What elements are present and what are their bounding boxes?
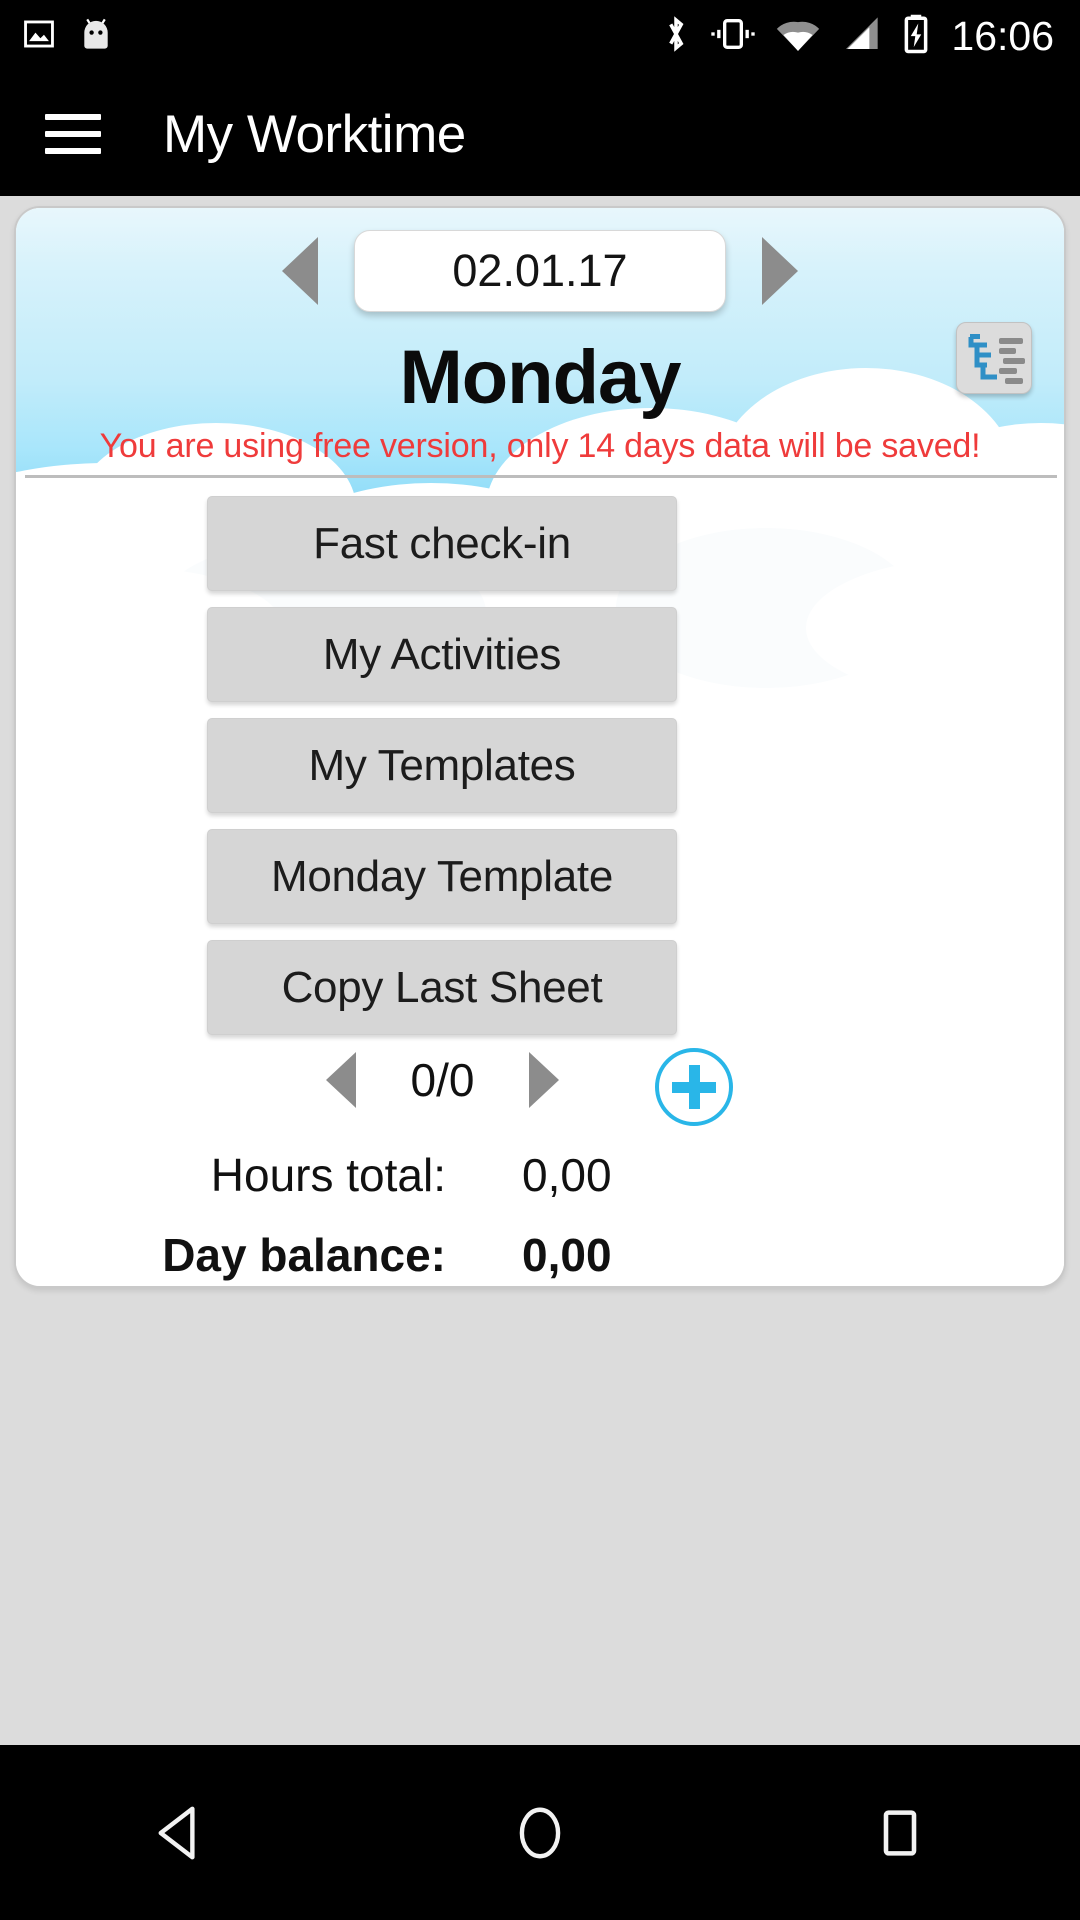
hours-total-row: Hours total: 0,00 xyxy=(16,1148,1064,1228)
status-bar: 16:06 xyxy=(0,0,1080,72)
phone-screen: 16:06 My Worktime 02.01.17 Monday You ar… xyxy=(0,0,1080,1920)
monday-template-button[interactable]: Monday Template xyxy=(207,829,677,924)
battery-charging-icon xyxy=(902,13,930,60)
date-navigator: 02.01.17 xyxy=(16,230,1064,312)
vibrate-icon xyxy=(711,14,756,59)
status-bar-right-icons: 16:06 xyxy=(662,13,1080,60)
hours-total-value: 0,00 xyxy=(522,1149,612,1201)
activity-report-icon[interactable] xyxy=(956,322,1032,394)
copy-last-sheet-button[interactable]: Copy Last Sheet xyxy=(207,940,677,1035)
wifi-icon xyxy=(776,15,820,58)
status-bar-left-icons xyxy=(0,15,114,58)
notice-divider xyxy=(25,475,1057,478)
page-title: My Worktime xyxy=(163,104,466,164)
previous-entry-arrow-icon[interactable] xyxy=(326,1052,356,1108)
previous-day-arrow-icon[interactable] xyxy=(282,237,318,305)
free-version-notice: You are using free version, only 14 days… xyxy=(99,427,981,465)
day-balance-row: Day balance: 0,00 xyxy=(16,1228,1064,1286)
day-name-heading: Monday xyxy=(399,335,681,420)
system-navigation-bar xyxy=(0,1745,1080,1920)
bluetooth-icon xyxy=(662,13,690,60)
entry-pager: 0/0 xyxy=(326,1052,559,1108)
summary-section: Hours total: 0,00 Day balance: 0,00 xyxy=(16,1148,1064,1286)
entry-pager-row: 0/0 xyxy=(16,1048,1064,1136)
plus-vertical-bar xyxy=(688,1065,700,1109)
home-circle-icon[interactable] xyxy=(450,1783,630,1883)
app-bar: My Worktime xyxy=(0,72,1080,196)
action-button-list: Fast check-in My Activities My Templates… xyxy=(207,496,677,1035)
next-day-arrow-icon[interactable] xyxy=(762,237,798,305)
hours-total-label: Hours total: xyxy=(210,1149,446,1201)
my-templates-button[interactable]: My Templates xyxy=(207,718,677,813)
recents-square-icon[interactable] xyxy=(810,1783,990,1883)
day-balance-label: Day balance: xyxy=(162,1229,446,1281)
current-date: 02.01.17 xyxy=(452,245,628,296)
screenshot-image-icon xyxy=(22,17,56,56)
day-sheet-card: 02.01.17 Monday You are using free versi… xyxy=(14,206,1066,1288)
android-mascot-icon xyxy=(78,15,114,58)
fast-check-in-button[interactable]: Fast check-in xyxy=(207,496,677,591)
back-triangle-icon[interactable] xyxy=(90,1783,270,1883)
next-entry-arrow-icon[interactable] xyxy=(529,1052,559,1108)
day-balance-value: 0,00 xyxy=(522,1229,612,1281)
my-activities-button[interactable]: My Activities xyxy=(207,607,677,702)
hamburger-menu-icon[interactable] xyxy=(45,114,101,154)
entry-count: 0/0 xyxy=(410,1054,475,1106)
status-bar-clock: 16:06 xyxy=(951,12,1054,59)
add-entry-plus-icon[interactable] xyxy=(655,1048,733,1126)
date-display-button[interactable]: 02.01.17 xyxy=(354,230,726,312)
cellular-signal-icon xyxy=(841,15,881,58)
